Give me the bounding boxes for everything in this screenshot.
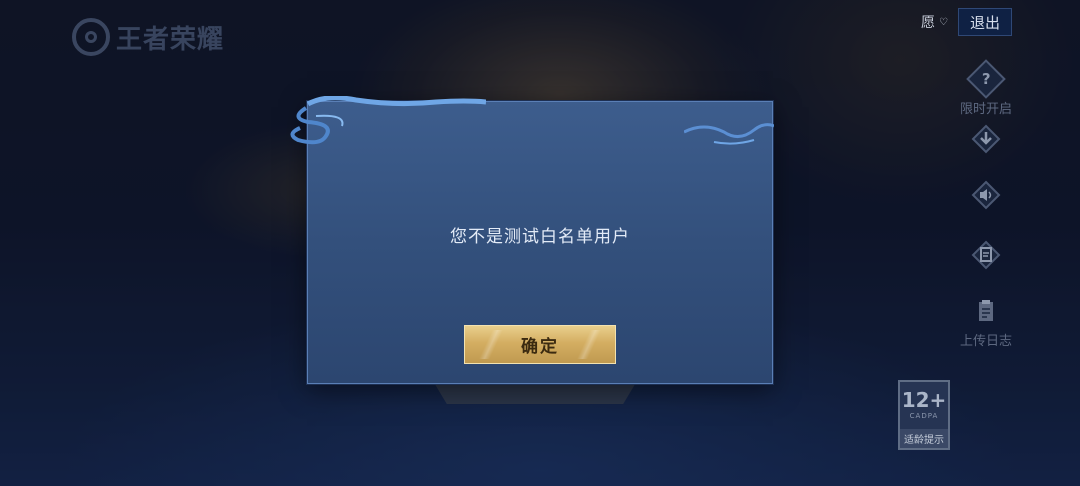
age-rating-badge[interactable]: 12+ CADPA 适龄提示 (898, 380, 950, 450)
logo-text: 王者荣耀 (116, 24, 225, 55)
side-item-upload-log[interactable]: 上传日志 (958, 294, 1014, 349)
clipboard-icon (969, 294, 1003, 328)
dialog-message: 您不是测试白名单用户 (450, 227, 630, 247)
confirm-button[interactable]: 确定 (464, 325, 616, 364)
side-item-label: 限时开启 (959, 102, 1012, 117)
side-item-label: 上传日志 (959, 334, 1012, 349)
side-item-limited-open[interactable]: ? 限时开启 (958, 59, 1014, 117)
alert-dialog: 您不是测试白名单用户 确定 (290, 96, 774, 384)
age-rating-org: CADPA (909, 412, 939, 420)
top-right-bar: 愿 ♡ 退出 (921, 8, 1012, 36)
age-rating-caption: 适龄提示 (900, 429, 948, 448)
question-icon: ? (966, 59, 1006, 99)
download-icon (969, 122, 1003, 156)
game-logo: 王者荣耀 (72, 18, 224, 56)
wave-ornament-icon (684, 123, 774, 145)
side-item-sound[interactable] (958, 178, 1014, 212)
heart-icon[interactable]: ♡ (939, 17, 948, 28)
cloud-ornament-icon (290, 96, 486, 145)
document-icon (969, 238, 1003, 272)
side-item-notes[interactable] (958, 238, 1014, 272)
exit-button[interactable]: 退出 (958, 8, 1012, 36)
side-item-download[interactable] (958, 122, 1014, 156)
logo-icon (72, 18, 110, 56)
wish-label: 愿 (921, 15, 936, 31)
speaker-icon (969, 178, 1003, 212)
age-rating-number: 12+ (901, 388, 947, 412)
